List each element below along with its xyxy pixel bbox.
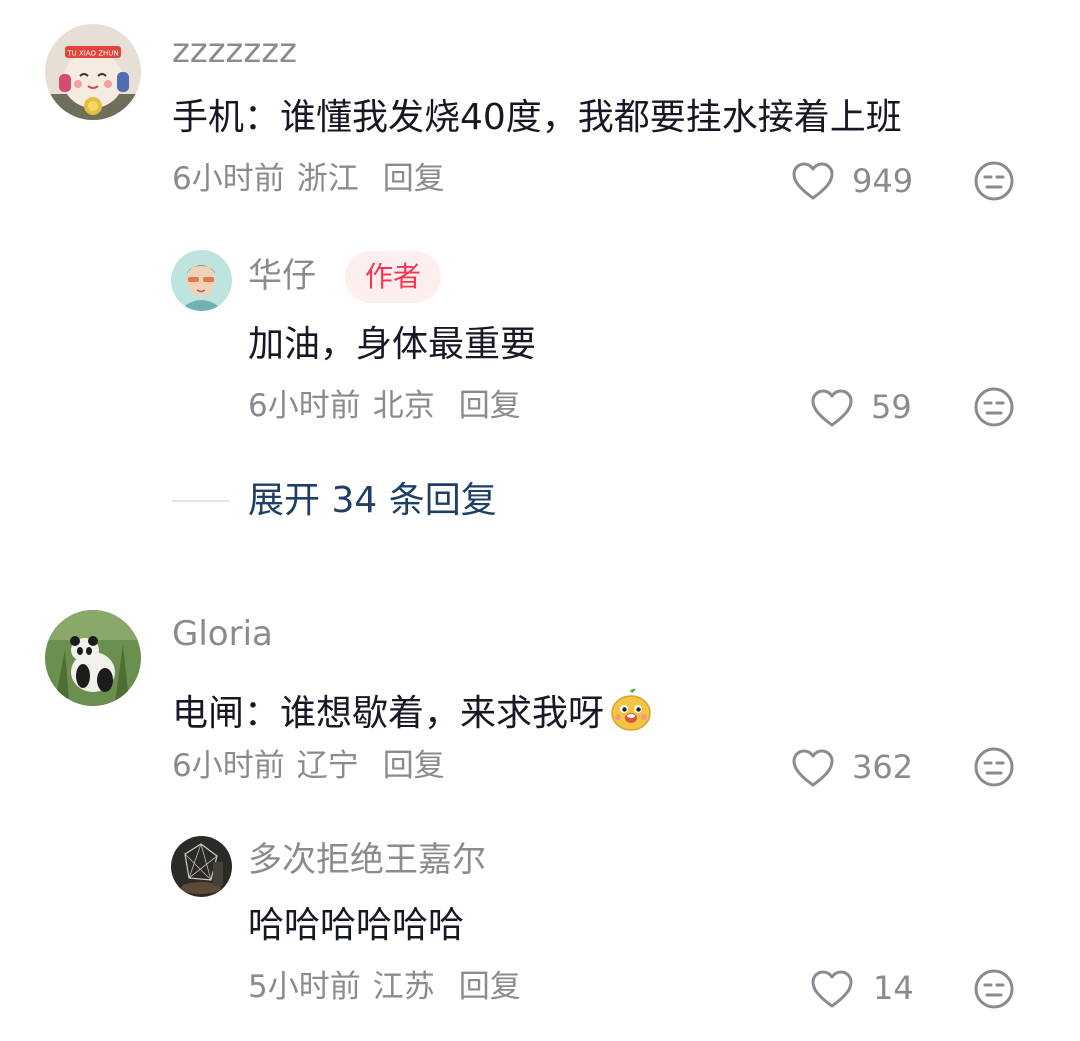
avatar[interactable]: TU XIAO ZHUN [45,24,141,120]
reply-button[interactable]: 回复 [383,748,445,784]
comment-text: 电闸：谁想歇着，来求我呀 [172,687,654,733]
reply-text: 哈哈哈哈哈哈 [248,905,465,946]
heart-outline-icon[interactable] [810,388,854,428]
reply-location: 北京 [372,388,435,424]
meh-face-icon[interactable] [973,746,1015,788]
reply-meta: 6小时前 北京 回复 [248,391,521,422]
avatar[interactable] [171,836,232,897]
like-count: 14 [873,969,914,1007]
avatar-toy-text: TU XIAO ZHUN [66,50,118,58]
dark-photo-avatar-image [171,836,232,897]
meh-face-icon[interactable] [973,160,1015,202]
like-count: 59 [871,388,912,426]
avatar[interactable] [171,250,232,311]
comment-username[interactable]: zzzzzzz [172,34,297,68]
heart-outline-icon[interactable] [810,969,854,1009]
expand-divider [172,500,230,502]
meh-face-icon[interactable] [973,968,1015,1010]
comment-meta: 6小时前 浙江 回复 [172,164,445,195]
comment-location: 浙江 [296,161,359,197]
comment-username[interactable]: Gloria [172,617,273,651]
reply-location: 江苏 [372,969,435,1005]
heart-outline-icon[interactable] [791,161,835,201]
reply-username[interactable]: 华仔 [248,259,316,293]
avatar[interactable] [45,610,141,706]
reply-button[interactable]: 回复 [459,969,521,1005]
author-badge: 作者 [345,251,442,303]
reply-time: 5小时前 [248,969,361,1005]
comment-text-body: 电闸：谁想歇着，来求我呀 [172,693,605,734]
reply-meta: 5小时前 江苏 回复 [248,972,521,1003]
reply-button[interactable]: 回复 [383,161,445,197]
smiling-potato-emoji [611,688,651,731]
comment-text: 手机：谁懂我发烧40度，我都要挂水接着上班 [172,97,902,138]
reply-username[interactable]: 多次拒绝王嘉尔 [248,843,486,877]
reply-button[interactable]: 回复 [459,388,521,424]
reply-time: 6小时前 [248,388,361,424]
reply-text: 加油，身体最重要 [248,324,537,365]
comment-time: 6小时前 [172,748,285,784]
like-count: 949 [852,162,914,200]
expand-replies-button[interactable]: 展开 34 条回复 [248,483,497,519]
illustrated-man-avatar-image [171,250,232,311]
like-count: 362 [852,748,914,786]
panda-avatar-image [45,610,141,706]
comment-location: 辽宁 [296,748,359,784]
heart-outline-icon[interactable] [791,748,835,788]
comment-time: 6小时前 [172,161,285,197]
plush-toy-avatar-image: TU XIAO ZHUN [45,24,141,120]
comment-meta: 6小时前 辽宁 回复 [172,751,445,782]
meh-face-icon[interactable] [973,386,1015,428]
